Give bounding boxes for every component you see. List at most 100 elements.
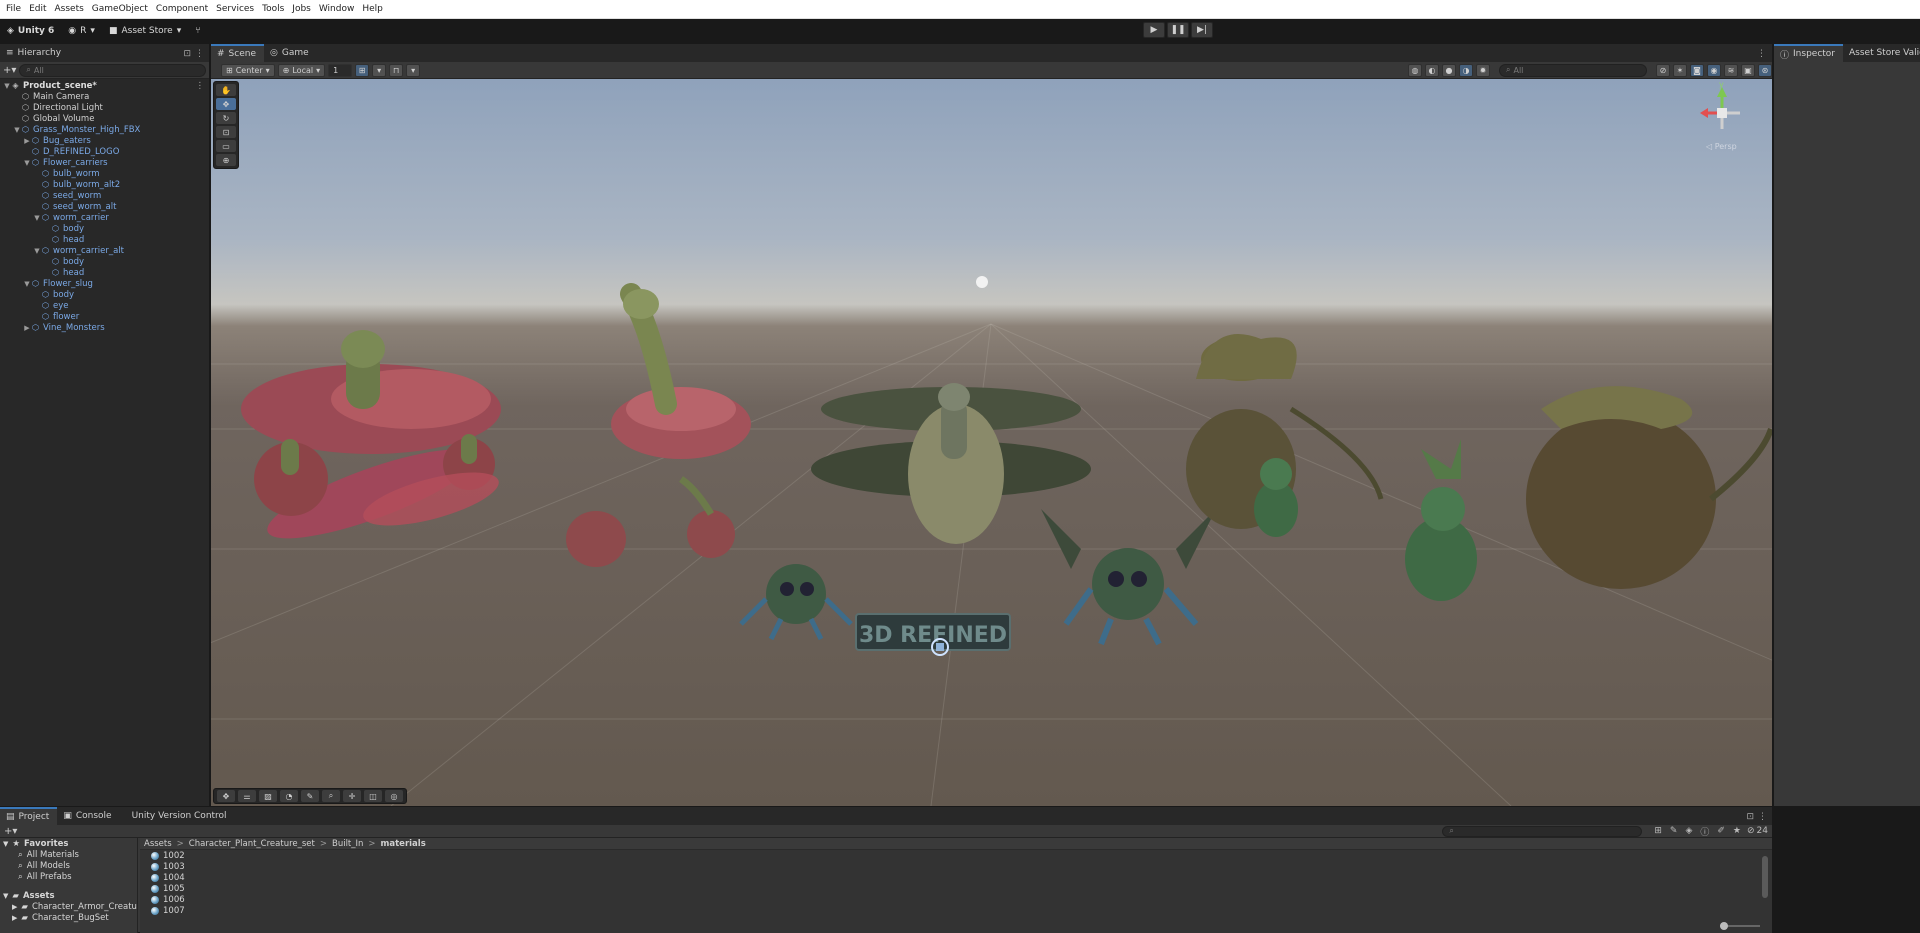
hierarchy-row[interactable]: ⬡ head	[0, 267, 209, 278]
menu-component[interactable]: Component	[153, 4, 213, 14]
star-icon[interactable]: ★	[1733, 826, 1741, 836]
overlay-image-button[interactable]: ▨	[259, 790, 277, 802]
more-menu-icon[interactable]: ⋮	[1758, 812, 1772, 825]
more-menu-icon[interactable]: ⋮	[196, 81, 205, 91]
rect-tool-button[interactable]: ▭	[216, 140, 236, 152]
camera-toggle[interactable]: ◙	[1690, 63, 1704, 77]
tab-game[interactable]: ◎ Game	[264, 44, 317, 62]
add-icon[interactable]: +▾	[4, 826, 17, 837]
grid-snap-dropdown[interactable]: ▾	[372, 63, 387, 77]
breadcrumb-item[interactable]: materials	[381, 839, 426, 849]
hierarchy-row[interactable]: ⬡ seed_worm_alt	[0, 201, 209, 212]
space-dropdown[interactable]: ⊕ Local ▾	[277, 63, 326, 77]
hierarchy-row[interactable]: ⬡ D_REFINED_LOGO	[0, 146, 209, 157]
increment-snap-dropdown[interactable]: ▾	[406, 63, 421, 77]
project-search-input[interactable]: ⌕	[1442, 825, 1643, 837]
move-tool-button[interactable]: ✥	[216, 98, 236, 110]
asset-folder-item[interactable]: ▶ ▰ Character_BugSet	[0, 912, 137, 923]
menu-edit[interactable]: Edit	[26, 4, 51, 14]
tab-hierarchy[interactable]: ≡ Hierarchy	[0, 44, 70, 62]
chevron-right-icon[interactable]: ▶	[23, 324, 31, 332]
rotate-tool-button[interactable]: ↻	[216, 112, 236, 124]
fx-toggle[interactable]: ✶	[1673, 63, 1687, 77]
chevron-down-icon[interactable]: ▼	[13, 126, 21, 134]
breadcrumb-item[interactable]: Assets	[144, 839, 172, 849]
render-mode-button[interactable]: ◑	[1459, 63, 1473, 77]
effects-dropdown[interactable]: ✹	[1476, 63, 1490, 77]
account-button[interactable]: ◉ R ▾	[61, 26, 102, 36]
overlay-rotate-button[interactable]: ◔	[280, 790, 298, 802]
overlay-settings-button[interactable]: ⚌	[238, 790, 256, 802]
overlay-search-button[interactable]: ⌕	[322, 790, 340, 802]
hierarchy-row[interactable]: ⬡ Main Camera	[0, 91, 209, 102]
light-gizmo[interactable]	[976, 276, 988, 288]
hierarchy-row[interactable]: ⬡ head	[0, 234, 209, 245]
worm-carrier-creature[interactable]	[566, 283, 751, 567]
hierarchy-row[interactable]: ▶ ⬡ Vine_Monsters	[0, 322, 209, 333]
hierarchy-search-input[interactable]: ⌕ All	[19, 63, 206, 77]
hierarchy-row[interactable]: ▶ ⬡ Bug_eaters	[0, 135, 209, 146]
chevron-down-icon[interactable]: ▼	[33, 247, 41, 255]
overlay-layers-button[interactable]: ◫	[364, 790, 382, 802]
menu-help[interactable]: Help	[359, 4, 388, 14]
shading-mode-button[interactable]: ◐	[1425, 63, 1439, 77]
tab-version-control[interactable]: Unity Version Control	[120, 807, 235, 825]
asset-store-button[interactable]: ■ Asset Store ▾	[102, 26, 188, 36]
menu-services[interactable]: Services	[213, 4, 259, 14]
pivot-dropdown[interactable]: ⊞ Center ▾	[221, 63, 275, 77]
overlay-move-button[interactable]: ✥	[217, 790, 235, 802]
unity-logo-button[interactable]: ◈ Unity 6	[0, 26, 61, 36]
scene-viewport[interactable]: 3D REFINED ✋ ✥ ↻ ⊡ ▭ ⊕ ✥ ⚌ ▨ ◔ ✎ ⌕ ✛ ◫ ◎…	[211, 79, 1772, 806]
hierarchy-row[interactable]: ▼ ⬡ Grass_Monster_High_FBX	[0, 124, 209, 135]
orientation-gizmo[interactable]: y ◁ Persp	[1694, 80, 1750, 155]
favorite-all-models[interactable]: ⌕ All Models	[0, 860, 137, 871]
grid-snap-button[interactable]: ⊞	[355, 63, 370, 77]
scrollbar[interactable]	[1762, 856, 1768, 898]
hierarchy-row[interactable]: ⬡ bulb_worm	[0, 168, 209, 179]
hierarchy-row[interactable]: ⬡ seed_worm	[0, 190, 209, 201]
scene-search-input[interactable]: ⌕ All	[1499, 63, 1647, 77]
zoom-slider[interactable]	[1720, 922, 1760, 930]
overlay-paint-button[interactable]: ✎	[301, 790, 319, 802]
scale-tool-button[interactable]: ⊡	[216, 126, 236, 138]
pause-button[interactable]: ❚❚	[1167, 22, 1189, 38]
menu-tools[interactable]: Tools	[259, 4, 289, 14]
asset-folder-item[interactable]: ▶ ▰ Character_Armor_Creatur	[0, 901, 137, 912]
assets-header[interactable]: ▼ ▰ Assets	[0, 890, 137, 901]
breadcrumb-item[interactable]: Built_In	[332, 839, 363, 849]
version-control-button[interactable]: ⑂	[188, 26, 207, 36]
transform-tool-button[interactable]: ⊕	[216, 154, 236, 166]
tab-asset-store-validator[interactable]: Asset Store Valid	[1843, 44, 1920, 62]
menu-gameobject[interactable]: GameObject	[89, 4, 153, 14]
hierarchy-row[interactable]: ▼ ⬡ worm_carrier	[0, 212, 209, 223]
list-item[interactable]: 1006	[140, 894, 1772, 905]
hierarchy-row[interactable]: ▼ ◈ Product_scene* ⋮	[0, 80, 209, 91]
list-item[interactable]: 1007	[140, 905, 1772, 916]
tab-console[interactable]: ▣ Console	[57, 807, 119, 825]
list-item[interactable]: 1005	[140, 883, 1772, 894]
perspective-label[interactable]: ◁ Persp	[1706, 142, 1737, 151]
globe-button[interactable]: ◍	[1408, 63, 1422, 77]
visibility-toggle[interactable]: ◉	[1707, 63, 1721, 77]
audio-toggle[interactable]: ⊘	[1656, 63, 1670, 77]
hierarchy-row[interactable]: ▼ ⬡ Flower_carriers	[0, 157, 209, 168]
view-tool-button[interactable]: ✋	[216, 84, 236, 96]
zoom-slider-thumb[interactable]	[1720, 922, 1728, 930]
hierarchy-row[interactable]: ⬡ bulb_worm_alt2	[0, 179, 209, 190]
breadcrumb-item[interactable]: Character_Plant_Creature_set	[189, 839, 315, 849]
overlay-transform-button[interactable]: ✛	[343, 790, 361, 802]
chevron-down-icon[interactable]: ▼	[23, 159, 31, 167]
menu-jobs[interactable]: Jobs	[289, 4, 316, 14]
step-button[interactable]: ▶|	[1191, 22, 1213, 38]
hierarchy-row[interactable]: ⬡ flower	[0, 311, 209, 322]
hierarchy-row[interactable]: ▼ ⬡ worm_carrier_alt	[0, 245, 209, 256]
filter-label-icon[interactable]: ✎	[1670, 826, 1678, 836]
chevron-down-icon[interactable]: ▼	[33, 214, 41, 222]
pin-icon[interactable]: ✐	[1717, 826, 1725, 836]
tab-scene[interactable]: # Scene	[211, 44, 264, 62]
tab-inspector[interactable]: ⓘ Inspector	[1774, 44, 1843, 62]
bug-eater-creature-right[interactable]	[1041, 509, 1216, 646]
lock-icon[interactable]: ⊡	[1746, 812, 1758, 825]
filter-type-icon[interactable]: ⊞	[1654, 826, 1662, 836]
bug-eater-creature-left[interactable]	[739, 564, 853, 641]
